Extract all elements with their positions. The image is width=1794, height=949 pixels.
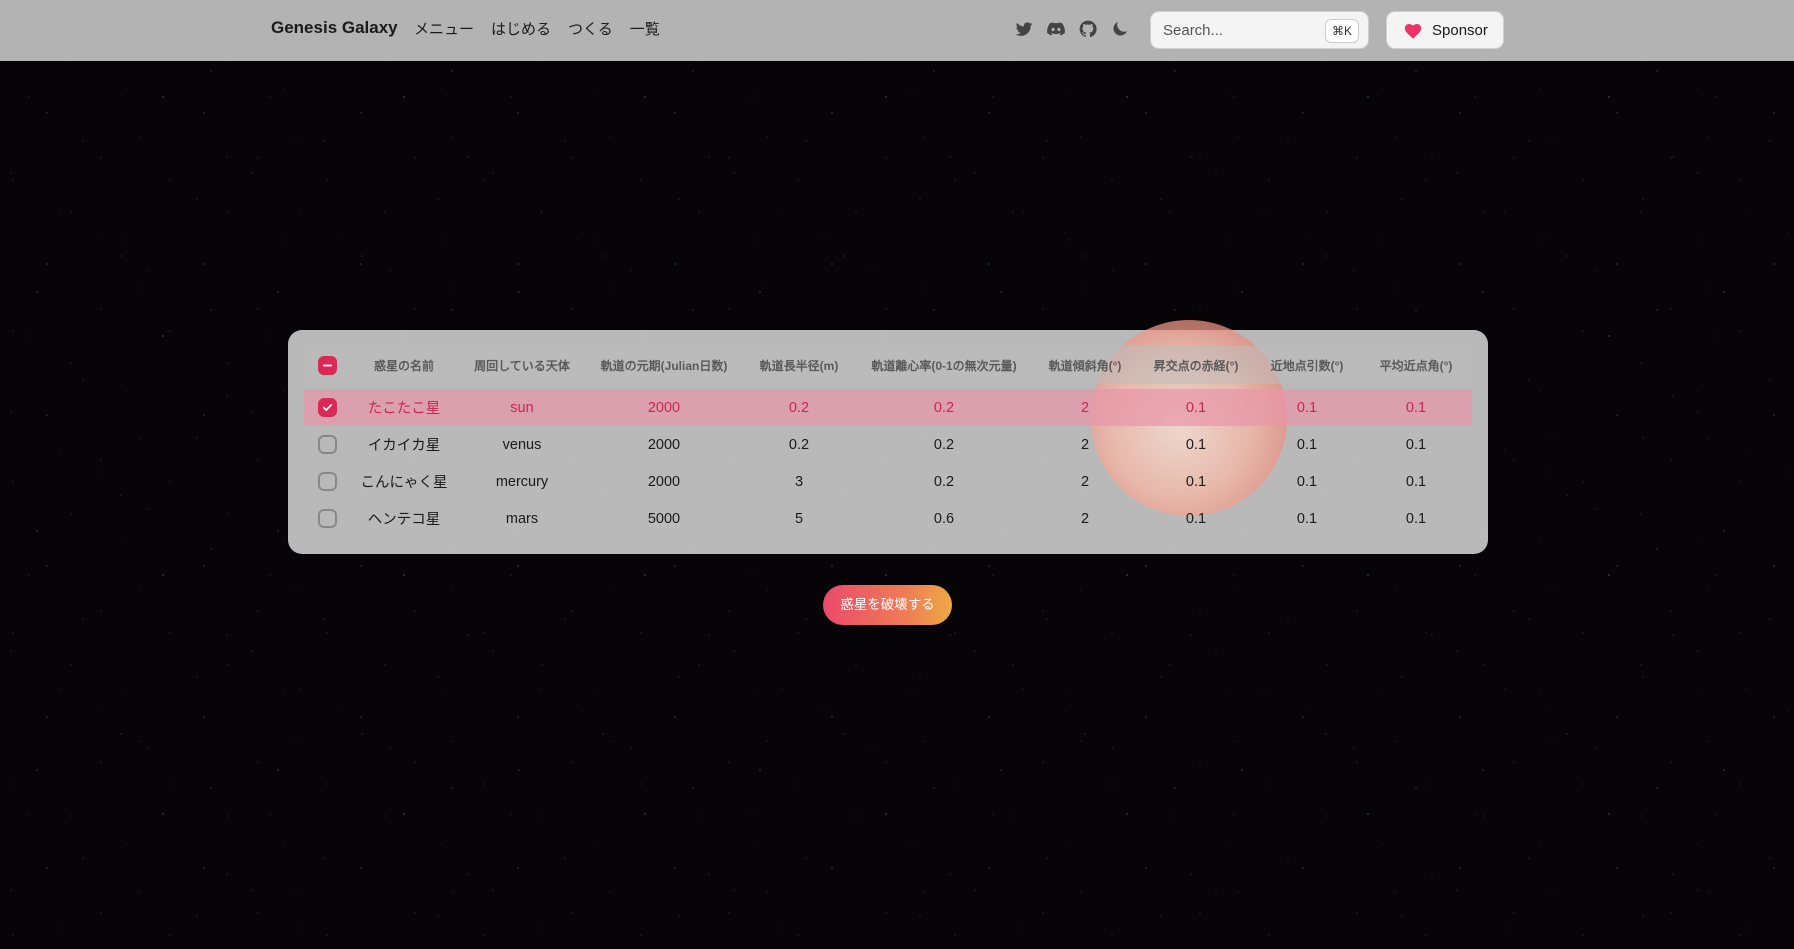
table-cell: 0.2: [933, 436, 955, 453]
column-header[interactable]: 軌道傾斜角(°): [1032, 346, 1138, 384]
row-select-cell: [304, 500, 350, 537]
nav-link-menu[interactable]: メニュー: [414, 18, 474, 39]
row-checkbox[interactable]: [317, 398, 337, 417]
table-cell: 0.1: [1405, 473, 1427, 490]
search-input[interactable]: Search... ⌘K: [1150, 11, 1369, 49]
moon-icon[interactable]: [1110, 19, 1130, 39]
column-header[interactable]: 軌道の元期(Julian日数): [586, 346, 742, 384]
github-icon[interactable]: [1078, 19, 1098, 39]
table-cell: 0.2: [788, 436, 810, 453]
table-cell: 0.1: [1185, 473, 1207, 490]
table-header-row: 惑星の名前 周回している天体 軌道の元期(Julian日数) 軌道長半径(m) …: [304, 346, 1472, 384]
twitter-icon[interactable]: [1014, 19, 1034, 39]
table-cell: 0.1: [1185, 510, 1207, 527]
table-cell: venus: [502, 436, 542, 453]
sponsor-label: Sponsor: [1432, 21, 1488, 39]
column-header[interactable]: 平均近点角(°): [1360, 346, 1472, 384]
nav-link-list[interactable]: 一覧: [630, 18, 660, 39]
table-cell: 0.2: [856, 389, 1032, 426]
table-cell: 0.2: [742, 389, 856, 426]
table-cell: 0.1: [1138, 389, 1254, 426]
table-cell: 5: [794, 510, 804, 527]
table-cell: イカイカ星: [367, 438, 441, 454]
table-cell: 2000: [647, 473, 681, 490]
top-navbar: Genesis Galaxy メニュー はじめる つくる 一覧 Search..…: [0, 0, 1794, 61]
column-header[interactable]: 周回している天体: [458, 346, 586, 384]
select-all-cell: [304, 346, 350, 384]
table-cell: 0.1: [1405, 510, 1427, 527]
sponsor-button[interactable]: Sponsor: [1386, 11, 1504, 49]
table-row[interactable]: こんにゃく星 mercury 2000 3 0.2 2 0.1 0.1 0.1: [304, 463, 1472, 500]
table-cell: 2000: [647, 436, 681, 453]
column-header[interactable]: 軌道長半径(m): [742, 346, 856, 384]
table-cell: 5000: [647, 510, 681, 527]
row-select-cell: [304, 463, 350, 500]
table-cell: 2: [1080, 436, 1090, 453]
table-cell: 2: [1080, 510, 1090, 527]
table-cell: mars: [505, 510, 539, 527]
search-placeholder: Search...: [1163, 22, 1224, 39]
table-cell: ヘンテコ星: [367, 512, 441, 528]
table-cell: 0.6: [933, 510, 955, 527]
table-cell: 0.1: [1185, 436, 1207, 453]
table-cell: 0.1: [1296, 473, 1318, 490]
table-cell: こんにゃく星: [360, 475, 448, 491]
column-header[interactable]: 惑星の名前: [350, 346, 458, 384]
table-cell: 2000: [586, 389, 742, 426]
search-shortcut-badge: ⌘K: [1324, 19, 1359, 43]
nav-link-start[interactable]: はじめる: [491, 18, 551, 39]
table-row[interactable]: たこたこ星 sun 2000 0.2 0.2 2 0.1 0.1 0.1: [304, 389, 1472, 426]
table-cell: 2: [1080, 473, 1090, 490]
row-select-cell: [304, 426, 350, 463]
brand-logo-text[interactable]: Genesis Galaxy: [271, 18, 398, 38]
nav-icons: [1014, 19, 1130, 39]
heart-icon: [1404, 24, 1422, 39]
table-cell: mercury: [495, 473, 549, 490]
table-row[interactable]: ヘンテコ星 mars 5000 5 0.6 2 0.1 0.1 0.1: [304, 500, 1472, 537]
table-row[interactable]: イカイカ星 venus 2000 0.2 0.2 2 0.1 0.1 0.1: [304, 426, 1472, 463]
table-cell: 0.2: [933, 473, 955, 490]
planet-table-card: 惑星の名前 周回している天体 軌道の元期(Julian日数) 軌道長半径(m) …: [288, 330, 1488, 554]
nav-links: メニュー はじめる つくる 一覧: [414, 18, 660, 39]
discord-icon[interactable]: [1046, 19, 1066, 39]
column-header[interactable]: 軌道離心率(0-1の無次元量): [856, 346, 1032, 384]
nav-link-create[interactable]: つくる: [568, 18, 613, 39]
row-checkbox[interactable]: [317, 472, 337, 491]
table-cell: 0.1: [1296, 510, 1318, 527]
row-select-cell: [304, 389, 350, 426]
planet-table: 惑星の名前 周回している天体 軌道の元期(Julian日数) 軌道長半径(m) …: [304, 346, 1472, 537]
destroy-planet-button[interactable]: 惑星を破壊する: [823, 585, 952, 625]
row-checkbox[interactable]: [317, 509, 337, 528]
column-header[interactable]: 昇交点の赤経(°): [1138, 346, 1254, 384]
table-cell: sun: [458, 389, 586, 426]
column-header[interactable]: 近地点引数(°): [1254, 346, 1360, 384]
table-cell: たこたこ星: [350, 389, 458, 426]
select-all-checkbox[interactable]: [317, 355, 337, 375]
table-cell: 3: [794, 473, 804, 490]
row-checkbox[interactable]: [317, 435, 337, 454]
table-cell: 0.1: [1296, 436, 1318, 453]
table-cell: 0.1: [1360, 389, 1472, 426]
table-cell: 0.1: [1254, 389, 1360, 426]
table-cell: 2: [1032, 389, 1138, 426]
table-cell: 0.1: [1405, 436, 1427, 453]
